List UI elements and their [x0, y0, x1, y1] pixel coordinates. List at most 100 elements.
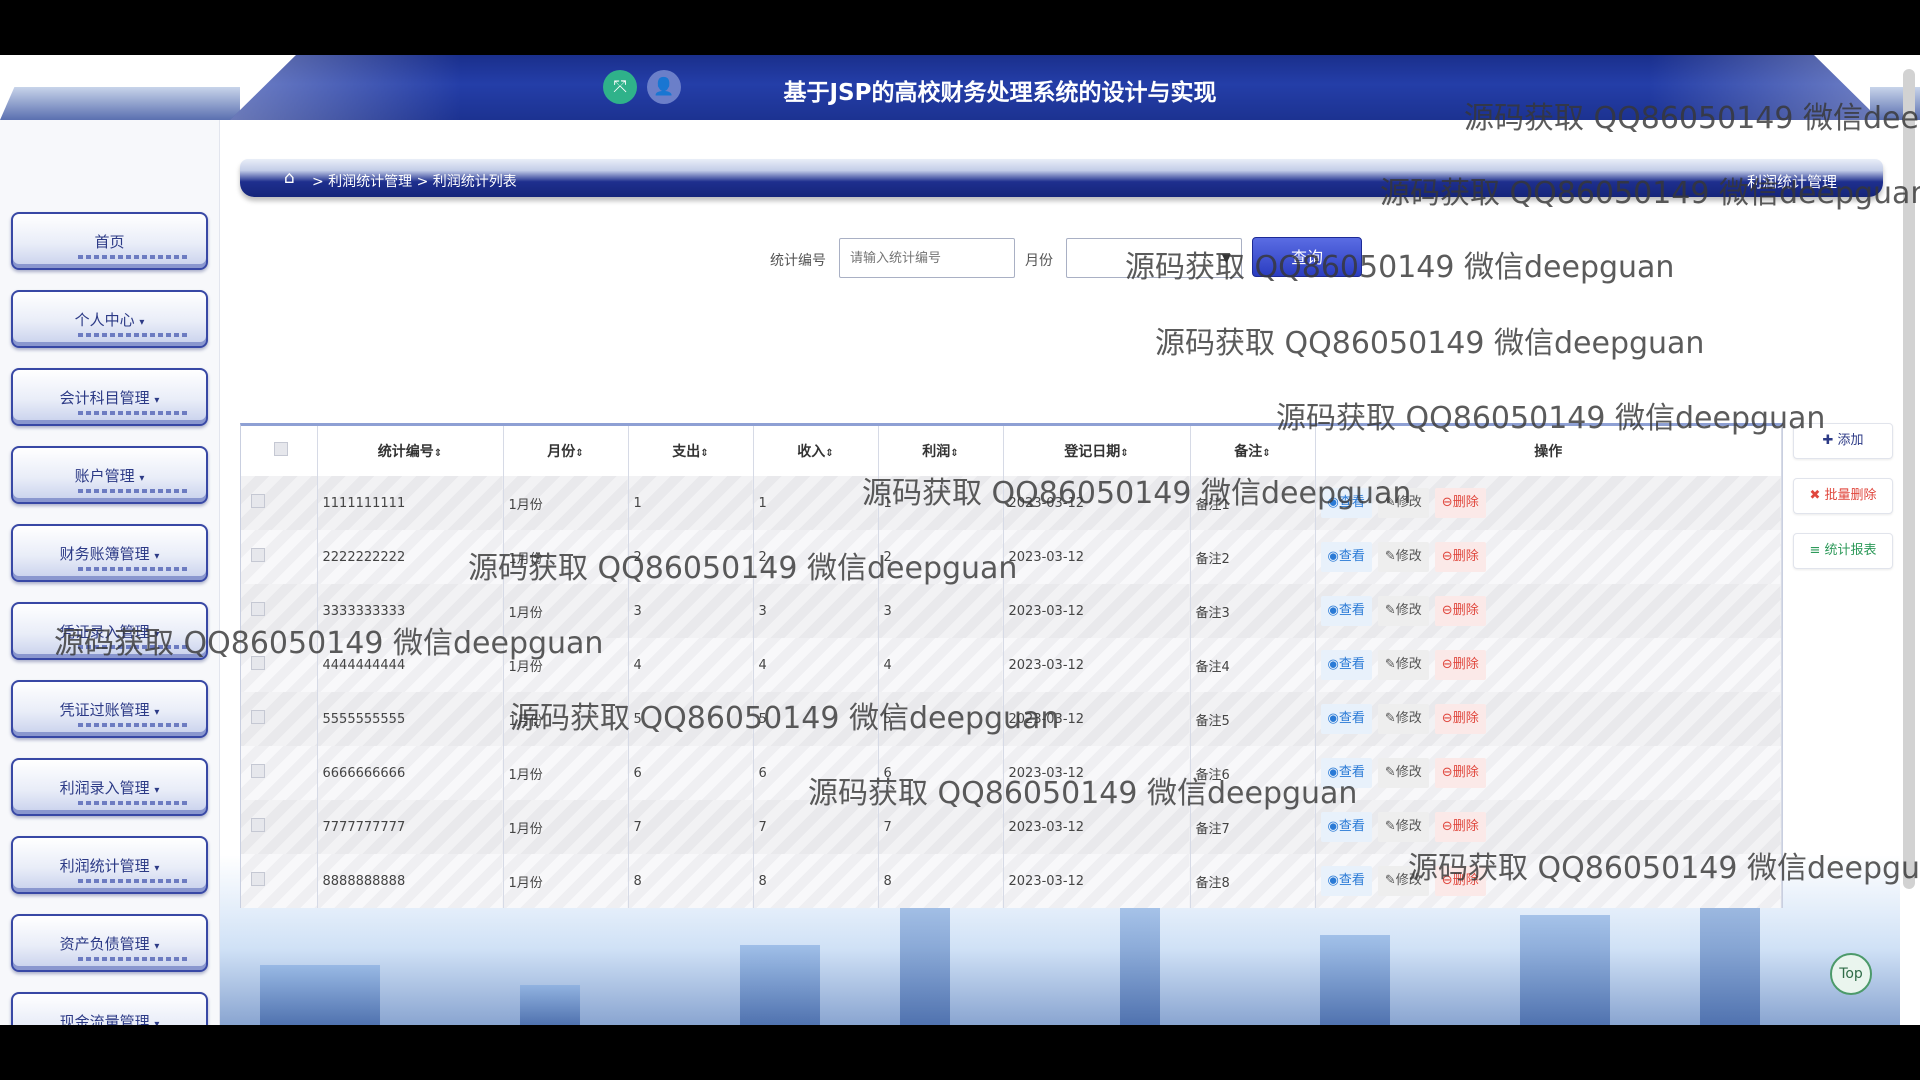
database-icon: ≡ [1809, 543, 1821, 558]
sidebar-item-voucher-posting[interactable]: 凭证过账管理 ▾ [11, 680, 208, 738]
sidebar-item-ledgers[interactable]: 财务账簿管理 ▾ [11, 524, 208, 582]
minus-circle-icon: ⊖ [1441, 819, 1453, 834]
fullscreen-icon[interactable]: ⤧ [603, 70, 637, 104]
delete-button[interactable]: ⊖删除 [1434, 704, 1486, 734]
row-checkbox[interactable] [251, 764, 265, 778]
chevron-down-icon: ▾ [154, 785, 160, 796]
row-checkbox[interactable] [251, 818, 265, 832]
watermark-text: 源码获取 QQ86050149 微信deepguan [1276, 401, 1826, 436]
back-to-top-button[interactable]: Top [1830, 953, 1872, 995]
sidebar-item-cash-flow[interactable]: 现金流量管理 ▾ [11, 992, 208, 1025]
building-shape [1520, 915, 1610, 1025]
sidebar-item-home[interactable]: 首页 [11, 212, 208, 270]
row-checkbox[interactable] [251, 710, 265, 724]
pencil-icon: ✎ [1384, 873, 1396, 888]
breadcrumb-path: > 利润统计管理 > 利润统计列表 [312, 174, 517, 190]
cell-code: 1111111111 [317, 476, 504, 530]
sidebar-item-label: 个人中心 ▾ [74, 311, 145, 329]
column-header[interactable]: 月份⇕ [503, 426, 629, 476]
report-button[interactable]: ≡ 统计报表 [1793, 533, 1893, 569]
view-button[interactable]: ◉查看 [1320, 650, 1372, 680]
view-button[interactable]: ◉查看 [1320, 866, 1372, 896]
pencil-icon: ✎ [1384, 765, 1396, 780]
cell-operations: ◉查看 ✎修改 ⊖删除 [1315, 530, 1782, 584]
watermark-text: 源码获取 QQ86050149 微信deepguan [1125, 250, 1675, 285]
sort-icon: ⇕ [1120, 448, 1129, 459]
column-header[interactable]: 统计编号⇕ [317, 426, 504, 476]
edit-button[interactable]: ✎修改 [1377, 650, 1429, 680]
edit-button[interactable]: ✎修改 [1377, 542, 1429, 572]
view-button[interactable]: ◉查看 [1320, 542, 1372, 572]
view-button[interactable]: ◉查看 [1320, 812, 1372, 842]
row-checkbox[interactable] [251, 602, 265, 616]
batch-delete-button[interactable]: ✖ 批量删除 [1793, 478, 1893, 514]
sidebar-item-label: 利润录入管理 ▾ [59, 779, 160, 797]
sort-icon: ⇕ [825, 448, 834, 459]
sidebar-item-profit-entry[interactable]: 利润录入管理 ▾ [11, 758, 208, 816]
select-all-cell [241, 426, 318, 476]
sidebar-item-label: 现金流量管理 ▾ [13, 1011, 206, 1025]
column-header[interactable]: 收入⇕ [753, 426, 879, 476]
sidebar-menu: 首页 个人中心 ▾ 会计科目管理 ▾ 账户管理 ▾ 财务账簿管理 ▾ 凭证录入管… [0, 120, 220, 1025]
cell-note: 备注4 [1190, 638, 1316, 692]
sidebar-item-personal-center[interactable]: 个人中心 ▾ [11, 290, 208, 348]
cell-code: 5555555555 [317, 692, 504, 746]
view-button[interactable]: ◉查看 [1320, 596, 1372, 626]
delete-button[interactable]: ⊖删除 [1434, 488, 1486, 518]
cell-income: 8 [753, 854, 879, 908]
column-header[interactable]: 支出⇕ [628, 426, 754, 476]
cell-date: 2023-03-12 [1003, 584, 1191, 638]
sort-icon: ⇕ [950, 448, 959, 459]
code-label: 统计编号 [770, 253, 826, 269]
cell-code: 7777777777 [317, 800, 504, 854]
delete-button[interactable]: ⊖删除 [1434, 812, 1486, 842]
edit-button[interactable]: ✎修改 [1377, 812, 1429, 842]
row-checkbox[interactable] [251, 494, 265, 508]
delete-button[interactable]: ⊖删除 [1434, 758, 1486, 788]
home-icon[interactable]: ⌂ [284, 168, 295, 188]
delete-button[interactable]: ⊖删除 [1434, 542, 1486, 572]
edit-button[interactable]: ✎修改 [1377, 704, 1429, 734]
watermark-text: 源码获取 QQ86050149 微信deepguan [54, 626, 604, 661]
cell-operations: ◉查看 ✎修改 ⊖删除 [1315, 692, 1782, 746]
sort-icon: ⇕ [433, 448, 443, 459]
building-shape [260, 965, 380, 1025]
delete-button[interactable]: ⊖删除 [1434, 596, 1486, 626]
view-button[interactable]: ◉查看 [1320, 704, 1372, 734]
user-icon[interactable]: 👤 [647, 70, 681, 104]
sidebar-item-label: 会计科目管理 ▾ [59, 389, 160, 407]
sidebar-item-accounting-subjects[interactable]: 会计科目管理 ▾ [11, 368, 208, 426]
building-shape [740, 945, 820, 1025]
chevron-down-icon: ▾ [154, 395, 160, 406]
building-shape [1120, 905, 1160, 1025]
edit-button[interactable]: ✎修改 [1377, 758, 1429, 788]
chevron-down-icon: ▾ [154, 1019, 160, 1025]
chevron-down-icon: ▾ [154, 863, 160, 874]
row-checkbox[interactable] [251, 548, 265, 562]
row-checkbox[interactable] [251, 872, 265, 886]
menu-decor [78, 411, 188, 415]
cell-date: 2023-03-12 [1003, 854, 1191, 908]
cell-note: 备注2 [1190, 530, 1316, 584]
row-select-cell [241, 476, 318, 530]
cell-month: 1月份 [503, 854, 629, 908]
eye-icon: ◉ [1327, 819, 1339, 834]
sidebar-item-balance-sheet[interactable]: 资产负债管理 ▾ [11, 914, 208, 972]
building-shape [900, 895, 950, 1025]
cell-month: 1月份 [503, 800, 629, 854]
cell-profit: 3 [878, 584, 1004, 638]
delete-button[interactable]: ⊖删除 [1434, 650, 1486, 680]
row-select-cell [241, 800, 318, 854]
sidebar-item-label: 首页 [94, 233, 125, 251]
code-search-input[interactable] [839, 238, 1015, 278]
sidebar-item-profit-statistics[interactable]: 利润统计管理 ▾ [11, 836, 208, 894]
eye-icon: ◉ [1327, 657, 1339, 672]
cell-note: 备注5 [1190, 692, 1316, 746]
watermark-text: 源码获取 QQ86050149 微信deepguan [1380, 176, 1920, 211]
watermark-text: 源码获取 QQ86050149 微信deepguan [1464, 101, 1920, 136]
select-all-checkbox[interactable] [274, 442, 289, 456]
edit-button[interactable]: ✎修改 [1377, 596, 1429, 626]
cell-code: 6666666666 [317, 746, 504, 800]
sidebar-item-accounts[interactable]: 账户管理 ▾ [11, 446, 208, 504]
eye-icon: ◉ [1327, 603, 1339, 618]
